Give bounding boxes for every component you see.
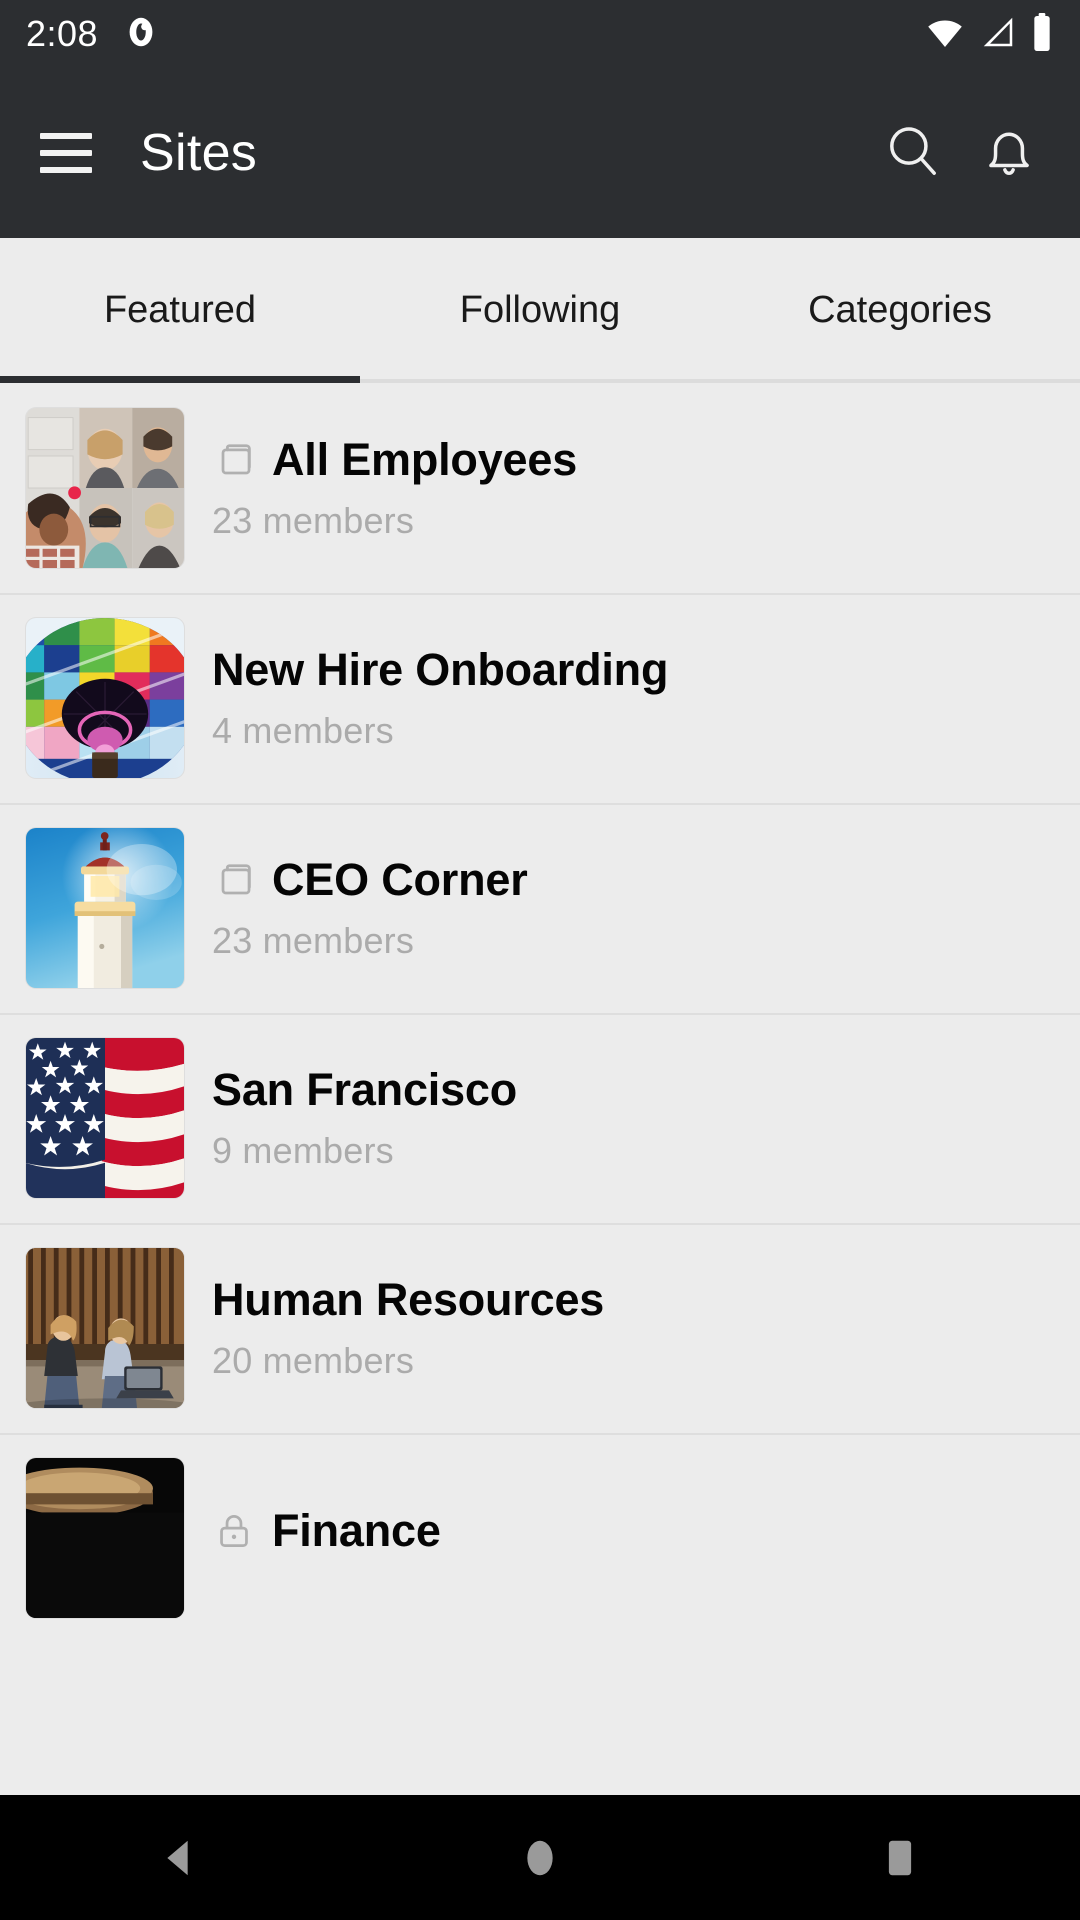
app-bar: Sites <box>0 68 1080 238</box>
notification-dot-icon <box>122 13 160 56</box>
battery-icon <box>1030 12 1054 57</box>
page-title: Sites <box>140 124 258 182</box>
android-navigation-bar <box>0 1795 1080 1920</box>
site-title-line: Finance <box>212 1505 441 1557</box>
site-title: Human Resources <box>212 1274 605 1325</box>
home-button[interactable] <box>460 1795 620 1920</box>
status-bar-left: 2:08 <box>26 13 160 56</box>
wifi-icon <box>924 13 966 56</box>
tab-featured-label: Featured <box>103 289 257 331</box>
site-info: Human Resources 20 members <box>212 1274 604 1382</box>
app-bar-actions <box>882 120 1040 187</box>
site-title-line: San Francisco <box>212 1064 517 1116</box>
site-title-line: New Hire Onboarding <box>212 644 668 696</box>
tab-active-indicator <box>0 376 360 383</box>
site-thumbnail <box>26 828 184 988</box>
back-button[interactable] <box>100 1795 260 1920</box>
site-info: CEO Corner 23 members <box>212 854 528 962</box>
list-item[interactable]: New Hire Onboarding 4 members <box>0 593 1080 803</box>
hamburger-menu-icon[interactable] <box>40 133 92 173</box>
site-pages-icon <box>212 858 256 902</box>
site-member-count: 9 members <box>212 1130 394 1171</box>
tab-bar: Featured Following Categories <box>0 238 1080 383</box>
tab-categories[interactable]: Categories <box>720 238 1080 383</box>
site-title-line: Human Resources <box>212 1274 604 1326</box>
site-title: Finance <box>272 1505 441 1556</box>
site-title: All Employees <box>272 434 578 485</box>
tab-featured[interactable]: Featured <box>0 238 360 383</box>
site-info: New Hire Onboarding 4 members <box>212 644 668 752</box>
site-member-count: 23 members <box>212 500 415 541</box>
bell-icon[interactable] <box>978 120 1040 187</box>
site-info: All Employees 23 members <box>212 434 577 542</box>
site-title: San Francisco <box>212 1064 518 1115</box>
site-info: San Francisco 9 members <box>212 1064 517 1172</box>
site-thumbnail <box>26 1248 184 1408</box>
site-title-line: All Employees <box>212 434 577 486</box>
site-title-line: CEO Corner <box>212 854 528 906</box>
site-title: New Hire Onboarding <box>212 644 669 695</box>
status-bar: 2:08 <box>0 0 1080 68</box>
site-thumbnail <box>26 618 184 778</box>
tab-following-label: Following <box>459 289 621 331</box>
site-info: Finance <box>212 1505 441 1571</box>
site-thumbnail <box>26 408 184 568</box>
site-member-count: 23 members <box>212 920 415 961</box>
site-title: CEO Corner <box>272 854 528 905</box>
list-item[interactable]: CEO Corner 23 members <box>0 803 1080 1013</box>
status-bar-clock: 2:08 <box>26 13 99 54</box>
lock-icon <box>212 1509 256 1553</box>
sites-list: All Employees 23 members New Hire Onboar… <box>0 383 1080 1643</box>
tab-categories-label: Categories <box>808 289 992 331</box>
tab-following[interactable]: Following <box>360 238 720 383</box>
phone-screen: 2:08 Sites Featured Following Categories… <box>0 0 1080 1920</box>
recents-button[interactable] <box>820 1795 980 1920</box>
site-thumbnail <box>26 1458 184 1618</box>
search-icon[interactable] <box>882 120 944 187</box>
site-thumbnail <box>26 1038 184 1198</box>
list-item[interactable]: Human Resources 20 members <box>0 1223 1080 1433</box>
site-member-count: 4 members <box>212 710 394 751</box>
cellular-signal-icon <box>978 13 1018 56</box>
site-member-count: 20 members <box>212 1340 415 1381</box>
status-bar-right <box>924 12 1054 57</box>
list-item[interactable]: All Employees 23 members <box>0 383 1080 593</box>
list-item[interactable]: Finance <box>0 1433 1080 1643</box>
list-item[interactable]: San Francisco 9 members <box>0 1013 1080 1223</box>
site-pages-icon <box>212 438 256 482</box>
